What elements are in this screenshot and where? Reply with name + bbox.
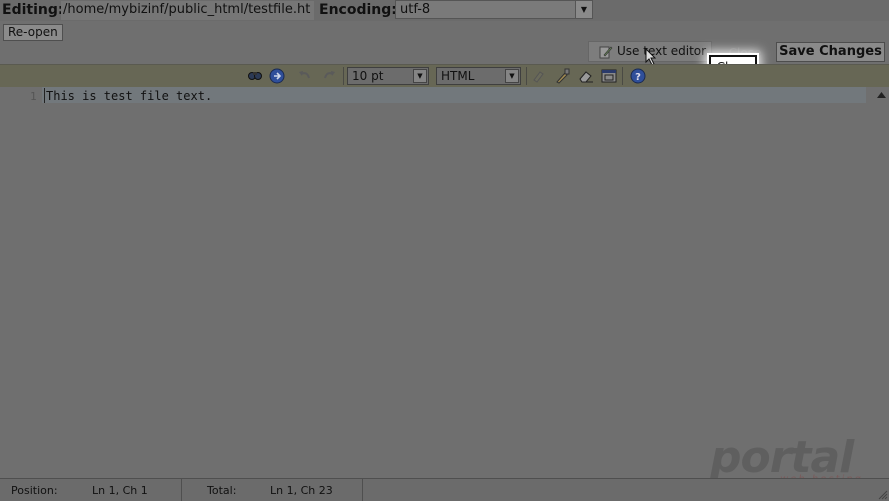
syntax-value: HTML bbox=[441, 69, 475, 83]
position-value: Ln 1, Ch 1 bbox=[92, 484, 148, 497]
use-text-editor-label: Use text editor bbox=[617, 44, 707, 58]
highlight-icon[interactable] bbox=[531, 68, 547, 84]
eraser-icon[interactable] bbox=[578, 68, 594, 84]
search-icon[interactable] bbox=[247, 68, 263, 84]
save-changes-button[interactable]: Save Changes bbox=[776, 42, 885, 62]
encoding-label: Encoding: bbox=[319, 2, 397, 18]
total-value: Ln 1, Ch 23 bbox=[270, 484, 333, 497]
resize-grip-icon[interactable] bbox=[878, 490, 888, 500]
editor-toolbar: 10 pt ▼ HTML ▼ ? bbox=[0, 64, 889, 87]
chevron-down-icon[interactable]: ▼ bbox=[505, 69, 519, 83]
code-line[interactable]: This is test file text. bbox=[46, 89, 212, 103]
file-path-field[interactable]: /home/mybizinf/public_html/testfile.ht bbox=[61, 1, 314, 20]
status-bar: Position: Ln 1, Ch 1 Total: Ln 1, Ch 23 bbox=[0, 478, 889, 501]
goto-icon[interactable] bbox=[269, 68, 285, 84]
undo-icon[interactable] bbox=[297, 68, 313, 84]
font-size-select[interactable]: 10 pt ▼ bbox=[347, 67, 429, 85]
pencil-icon bbox=[599, 46, 613, 59]
help-icon[interactable]: ? bbox=[630, 68, 646, 84]
toolbar-divider bbox=[622, 67, 623, 85]
status-divider bbox=[181, 479, 182, 501]
chevron-down-icon[interactable]: ▼ bbox=[413, 69, 427, 83]
redo-icon[interactable] bbox=[321, 68, 337, 84]
line-number: 1 bbox=[30, 90, 37, 103]
code-editor[interactable]: 1 This is test file text. bbox=[0, 87, 889, 477]
reopen-button[interactable]: Re-open bbox=[3, 24, 63, 41]
editor-header: Editing: /home/mybizinf/public_html/test… bbox=[0, 0, 889, 21]
portal-logo: portal web hosting bbox=[710, 432, 861, 485]
scroll-up-icon[interactable] bbox=[877, 91, 886, 99]
fullscreen-icon[interactable] bbox=[601, 68, 617, 84]
svg-text:?: ? bbox=[635, 72, 641, 83]
syntax-select[interactable]: HTML ▼ bbox=[436, 67, 521, 85]
status-divider bbox=[362, 479, 363, 501]
editing-label: Editing: bbox=[2, 2, 64, 18]
text-caret bbox=[44, 88, 45, 103]
encoding-value: utf-8 bbox=[400, 2, 431, 17]
chevron-down-icon[interactable]: ▼ bbox=[575, 1, 592, 18]
encoding-select[interactable]: utf-8 ▼ bbox=[395, 0, 593, 19]
toolbar-divider bbox=[526, 67, 527, 85]
position-label: Position: bbox=[11, 484, 58, 497]
line-gutter: 1 bbox=[0, 87, 42, 477]
toolbar-divider bbox=[343, 67, 344, 85]
font-size-value: 10 pt bbox=[352, 69, 384, 83]
total-label: Total: bbox=[207, 484, 237, 497]
clear-icon[interactable] bbox=[555, 68, 571, 84]
